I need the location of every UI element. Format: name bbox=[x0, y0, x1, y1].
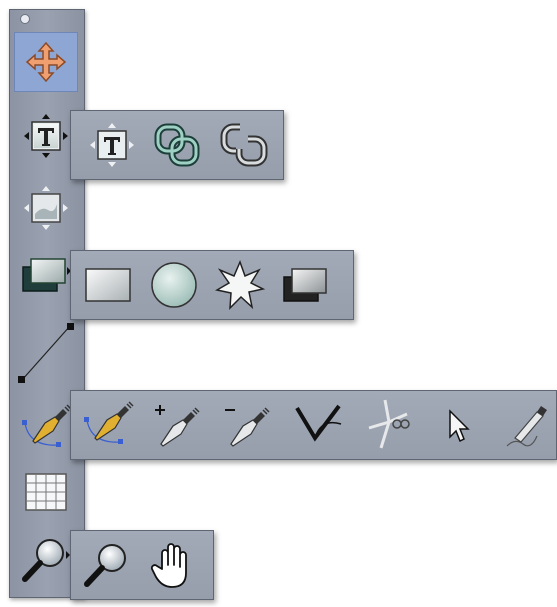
scissors-icon bbox=[361, 398, 415, 452]
oval-icon bbox=[148, 259, 200, 311]
text-box-option[interactable] bbox=[79, 115, 145, 175]
select-point-icon bbox=[438, 405, 478, 445]
zoom-tool-flyout bbox=[70, 530, 214, 600]
rectangle-icon bbox=[83, 265, 133, 305]
magnifier-icon bbox=[82, 540, 134, 590]
text-box-icon bbox=[20, 110, 72, 162]
bezier-pen-tool[interactable] bbox=[14, 398, 78, 458]
shape-tool[interactable] bbox=[14, 246, 78, 306]
convert-point-icon bbox=[291, 398, 345, 452]
starburst-icon bbox=[214, 259, 266, 311]
palette-close-button[interactable] bbox=[20, 14, 30, 24]
freehand-pen-option[interactable] bbox=[493, 395, 557, 455]
link-icon bbox=[152, 119, 204, 171]
zoom-tool[interactable] bbox=[14, 530, 78, 590]
picture-box-tool[interactable] bbox=[14, 178, 78, 238]
line-tool[interactable] bbox=[14, 314, 78, 392]
table-tool[interactable] bbox=[14, 462, 78, 522]
table-icon bbox=[24, 472, 68, 512]
oval-option[interactable] bbox=[141, 255, 207, 315]
pan-hand-option[interactable] bbox=[141, 535, 207, 595]
scissors-option[interactable] bbox=[353, 395, 423, 455]
text-box-tool[interactable] bbox=[14, 106, 78, 166]
magnifier-icon bbox=[20, 535, 72, 585]
add-point-icon bbox=[151, 398, 205, 452]
move-tool[interactable] bbox=[14, 32, 78, 92]
remove-point-option[interactable] bbox=[213, 395, 283, 455]
bezier-pen-icon bbox=[81, 400, 135, 450]
bezier-pen-option[interactable] bbox=[73, 395, 143, 455]
unlink-text-boxes-option[interactable] bbox=[211, 115, 277, 175]
picture-box-icon bbox=[20, 182, 72, 234]
add-point-option[interactable] bbox=[143, 395, 213, 455]
freehand-pen-icon bbox=[501, 398, 555, 452]
text-box-icon bbox=[86, 119, 138, 171]
hand-icon bbox=[148, 539, 200, 591]
composition-zone-option[interactable] bbox=[273, 255, 339, 315]
link-text-boxes-option[interactable] bbox=[145, 115, 211, 175]
shape-stack-icon bbox=[19, 253, 73, 299]
convert-point-option[interactable] bbox=[283, 395, 353, 455]
pen-icon bbox=[19, 403, 73, 453]
line-icon bbox=[14, 318, 78, 388]
four-way-arrow-icon bbox=[24, 40, 68, 84]
rectangle-option[interactable] bbox=[75, 255, 141, 315]
composition-zone-icon bbox=[280, 263, 332, 307]
unlink-icon bbox=[218, 119, 270, 171]
text-tool-flyout bbox=[70, 110, 284, 180]
starburst-option[interactable] bbox=[207, 255, 273, 315]
shape-tool-flyout bbox=[70, 250, 354, 320]
zoom-option[interactable] bbox=[75, 535, 141, 595]
select-point-option[interactable] bbox=[423, 395, 493, 455]
pen-tool-flyout bbox=[70, 390, 557, 460]
remove-point-icon bbox=[221, 398, 275, 452]
